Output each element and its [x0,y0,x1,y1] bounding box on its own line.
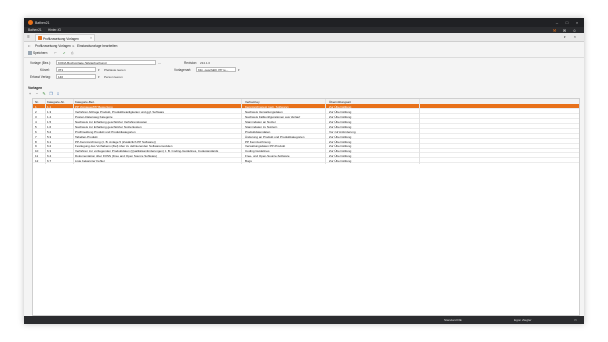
close-icon[interactable]: × [574,20,580,26]
save-icon [28,50,32,55]
section-title: Vorlagen [28,86,43,90]
tab-nav-icon[interactable]: ☰ [27,35,30,39]
vorlagenart-label: Vorlagenart: [174,68,192,72]
status-locale: Standard DE [444,318,462,323]
remove-row-icon[interactable]: − [35,92,39,96]
status-bar: Standard DE Egon Ziegler ▭ [24,316,584,324]
data-grid: Nr. Kategorie-Nr. Kategorie-Bez. Verbal-… [32,98,580,316]
vorlagenart-dropdown-icon[interactable]: ▾ [238,68,240,72]
user-icon[interactable]: ☺ [572,28,577,33]
breadcrumb-separator: ► [72,43,76,48]
toolbar: Speichern ↶ ✔ ⎙ [24,49,584,58]
check-icon[interactable]: ✔ [63,51,66,56]
erfasst-field[interactable]: 140 [56,74,96,79]
tab-bar: ☰ Profilzuweisung Vorlagen × ▾ × [24,33,584,42]
table-row[interactable]: 12 6.7 Liste bekannter Fehler Bugs Zur Überm… [33,158,579,164]
vorlage-label: Vorlage (Bez.): [30,61,52,65]
copy-icon[interactable]: ❐ [49,92,53,96]
message-icon[interactable]: ▭ [574,318,577,322]
window-title: Bathen21 [35,20,50,25]
revision-label: Revision: [184,61,198,65]
add-row-icon[interactable]: + [28,92,32,96]
mail-icon[interactable]: ✉ [562,28,567,33]
title-bar: Bathen21 – □ × [24,18,584,27]
back-arrow-icon[interactable]: ⇐ [28,44,31,48]
tab-label: Profilzuweisung Vorlagen [43,36,79,41]
table-cell: Liste bekannter Fehler [75,159,105,164]
menu-item-bathen[interactable]: Bathen21 [28,28,42,32]
app-window: Bathen21 – □ × Bathen21 Hinter-IG ⚒ ✉ ☺ … [24,18,584,324]
tools-icon[interactable]: ⚒ [552,28,557,33]
edit-icon[interactable]: ✎ [42,92,46,96]
breadcrumb-item-1[interactable]: Profilzuweisung Vorlagen [35,44,71,48]
breadcrumb: ⇐ Profilzuweisung Vorlagen ► Einstandsvo… [24,42,584,49]
tab-profilzuweisung[interactable]: Profilzuweisung Vorlagen × [35,34,95,41]
kuerzel-dropdown-icon[interactable]: ▾ [98,68,100,72]
table-cell: 12 [35,159,39,164]
tab-close-all-icon[interactable]: × [574,35,576,39]
chevron-down-icon[interactable]: ▾ [564,35,566,39]
save-button[interactable]: Speichern [28,51,47,56]
app-logo-icon [28,20,33,25]
tab-close-icon[interactable]: × [90,36,92,40]
kuerzel-description: Pfeiltaste leeren [104,68,126,72]
status-user: Egon Ziegler [514,318,532,323]
erfasst-label: Erfasst Verlag: [30,75,51,79]
maximize-icon[interactable]: □ [564,20,570,26]
table-cell: Bugs [245,159,252,164]
vorlage-field[interactable]: KODA Buchvorlage (Weiterbuchung) [56,60,156,65]
breadcrumb-item-2: Einstandsvorlage bearbeiten [77,43,118,48]
vorlage-lookup-icon[interactable]: ⋯ [158,61,161,65]
menu-item-hinter[interactable]: Hinter-IG [48,28,61,32]
tab-doc-icon [38,36,42,40]
print-icon[interactable]: ⎙ [71,51,74,56]
save-label: Speichern [33,50,48,55]
erfasst-description: Person leeren [104,75,123,79]
erfasst-dropdown-icon[interactable]: ▾ [98,75,100,79]
kuerzel-label: Kürzel: [40,68,50,72]
revision-value: 234.1.0 [200,61,211,65]
vorlagenart-field[interactable]: Klin. geschäftl. PP re... [196,67,236,72]
table-cell: Zur Übermittlung [329,159,352,164]
table-cell: 6.7 [47,159,52,164]
undo-button[interactable]: ↶ [54,51,57,56]
kuerzel-field[interactable]: 3T1 [56,67,96,72]
export-icon[interactable]: ⇩ [56,92,60,96]
minimize-icon[interactable]: – [554,20,560,26]
